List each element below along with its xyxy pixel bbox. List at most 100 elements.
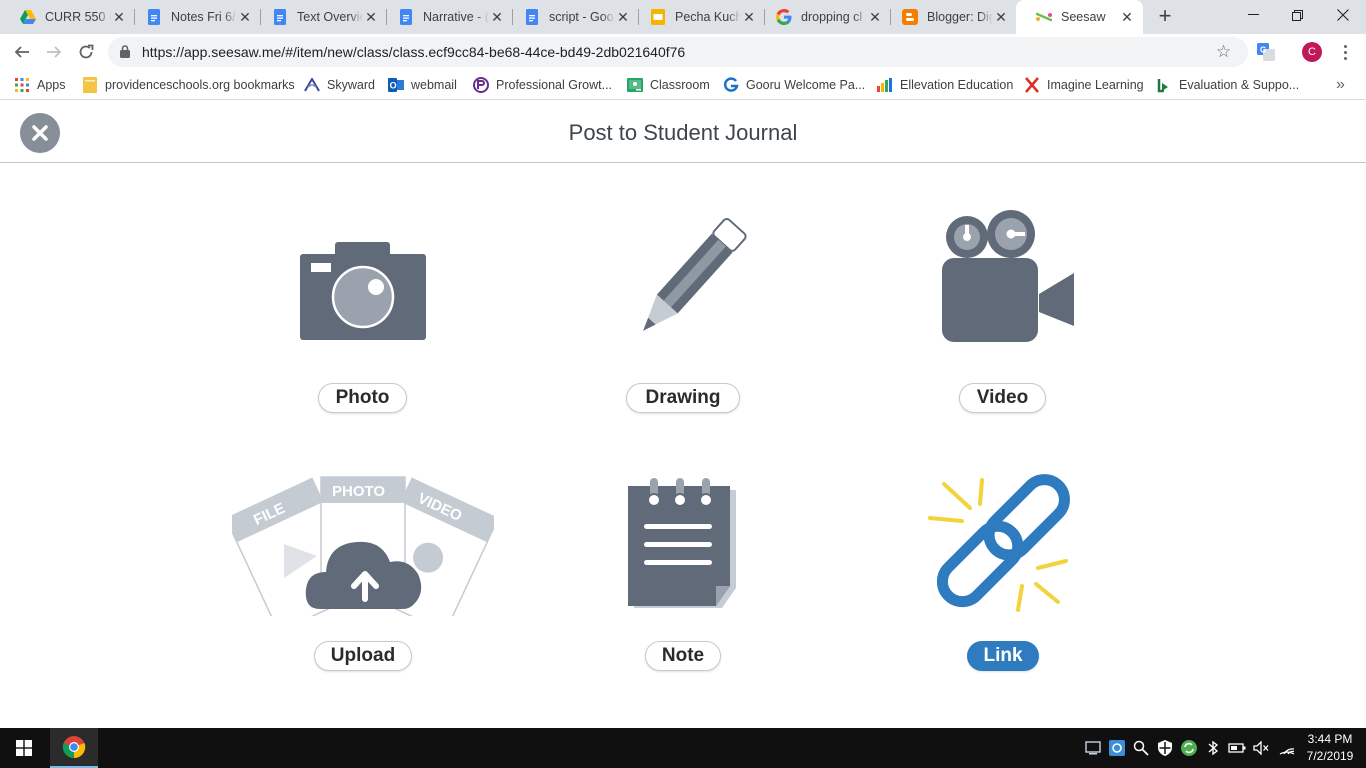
- bookmark-star-icon[interactable]: ☆: [1216, 42, 1231, 62]
- bookmark-imagine-learning[interactable]: Imagine Learning: [1024, 76, 1144, 94]
- bookmark-label: Ellevation Education: [900, 78, 1014, 92]
- address-bar[interactable]: https://app.seesaw.me/#/item/new/class/c…: [108, 37, 1248, 67]
- folder-icon: [82, 77, 98, 93]
- battery-icon[interactable]: [1228, 738, 1246, 758]
- photo-button[interactable]: Photo: [318, 383, 407, 413]
- camera-icon[interactable]: [300, 242, 426, 342]
- tab-title: Seesaw: [1061, 10, 1106, 24]
- browser-tab[interactable]: CURR 550 D ✕: [0, 0, 135, 34]
- browser-tab[interactable]: Pecha Kuch ✕: [630, 0, 765, 34]
- browser-tab[interactable]: Notes Fri 6/ ✕: [126, 0, 261, 34]
- google-docs-icon: [398, 9, 414, 25]
- tab-title: Blogger: Dig: [927, 10, 993, 24]
- drawing-button[interactable]: Drawing: [626, 383, 740, 413]
- tab-title: CURR 550 D: [45, 10, 111, 24]
- google-translate-icon[interactable]: G: [1257, 43, 1275, 61]
- volume-muted-icon[interactable]: [1252, 738, 1270, 758]
- google-docs-icon: [524, 9, 540, 25]
- bluetooth-icon[interactable]: [1204, 738, 1222, 758]
- bookmark-apps[interactable]: Apps: [14, 76, 66, 94]
- tab-title: Notes Fri 6/: [171, 10, 236, 24]
- bookmark-label: Skyward: [327, 78, 375, 92]
- upload-button[interactable]: Upload: [314, 641, 412, 671]
- close-tab-icon[interactable]: ✕: [489, 9, 505, 26]
- close-tab-icon[interactable]: ✕: [741, 9, 757, 26]
- google-docs-icon: [272, 9, 288, 25]
- bookmark-label: Imagine Learning: [1047, 78, 1144, 92]
- close-tab-icon[interactable]: ✕: [1119, 9, 1135, 26]
- svg-text:O: O: [390, 81, 397, 91]
- bookmark-ellevation[interactable]: Ellevation Education: [877, 76, 1013, 94]
- apps-grid-icon: [14, 77, 30, 93]
- google-docs-icon: [146, 9, 162, 25]
- bookmark-classroom[interactable]: Classroom: [627, 76, 710, 94]
- svg-text:PHOTO: PHOTO: [332, 483, 385, 500]
- wifi-icon[interactable]: [1278, 738, 1296, 758]
- skyward-icon: [304, 77, 320, 93]
- bookmarks-overflow-icon[interactable]: »: [1336, 76, 1345, 94]
- tray-app-icon[interactable]: [1084, 738, 1102, 758]
- bookmark-label: Classroom: [650, 78, 710, 92]
- back-button[interactable]: [10, 40, 34, 64]
- tray-search-icon[interactable]: [1132, 738, 1150, 758]
- bookmark-folder[interactable]: providenceschools.org bookmarks: [82, 76, 295, 94]
- close-tab-icon[interactable]: ✕: [111, 9, 127, 26]
- pencil-icon[interactable]: [628, 216, 748, 346]
- outlook-icon: O: [388, 77, 404, 93]
- seesaw-icon: [1036, 9, 1052, 25]
- browser-tab[interactable]: script - Goo ✕: [504, 0, 639, 34]
- lock-icon: [120, 45, 130, 63]
- close-tab-icon[interactable]: ✕: [993, 9, 1009, 26]
- video-camera-icon[interactable]: [942, 210, 1076, 344]
- new-tab-button[interactable]: +: [1153, 5, 1177, 29]
- bookmark-webmail[interactable]: O webmail: [388, 76, 457, 94]
- system-clock[interactable]: 3:44 PM 7/2/2019: [1300, 731, 1360, 765]
- url-text: https://app.seesaw.me/#/item/new/class/c…: [142, 44, 686, 60]
- reload-button[interactable]: [74, 40, 98, 64]
- chrome-taskbar-button[interactable]: [50, 728, 98, 768]
- link-button[interactable]: Link: [967, 641, 1039, 671]
- tray-security-icon[interactable]: [1156, 738, 1174, 758]
- chrome-menu-icon[interactable]: [1335, 42, 1355, 62]
- ellevation-icon: [877, 77, 893, 93]
- tray-network-tool-icon[interactable]: [1108, 738, 1126, 758]
- notepad-icon[interactable]: [626, 478, 738, 610]
- bookmark-professional-growth[interactable]: Professional Growt...: [473, 76, 612, 94]
- note-button[interactable]: Note: [645, 641, 721, 671]
- forward-button[interactable]: [42, 40, 66, 64]
- close-tab-icon[interactable]: ✕: [615, 9, 631, 26]
- clock-time: 3:44 PM: [1307, 732, 1353, 746]
- bookmark-evaluation[interactable]: Evaluation & Suppo...: [1156, 76, 1299, 94]
- close-window-button[interactable]: [1320, 0, 1366, 30]
- page-title: Post to Student Journal: [568, 120, 798, 145]
- tab-title: Narrative - (: [423, 10, 489, 24]
- browser-toolbar: https://app.seesaw.me/#/item/new/class/c…: [0, 34, 1366, 70]
- browser-tab[interactable]: dropping cl ✕: [756, 0, 891, 34]
- blogger-icon: [902, 9, 918, 25]
- bookmark-gooru[interactable]: Gooru Welcome Pa...: [723, 76, 865, 94]
- link-icon[interactable]: [926, 472, 1078, 616]
- start-button[interactable]: [0, 728, 48, 768]
- upload-cloud-icon[interactable]: FILE VIDEO PHOTO: [232, 474, 494, 616]
- bookmark-label: providenceschools.org bookmarks: [105, 78, 295, 92]
- browser-tab-active[interactable]: Seesaw ✕: [1016, 0, 1143, 34]
- restore-button[interactable]: [1274, 0, 1320, 30]
- close-tab-icon[interactable]: ✕: [867, 9, 883, 26]
- profile-avatar[interactable]: C: [1302, 42, 1322, 62]
- minimize-button[interactable]: [1230, 0, 1276, 30]
- tab-title: Pecha Kuch: [675, 10, 741, 24]
- browser-tab[interactable]: Text Overvie ✕: [252, 0, 387, 34]
- close-tab-icon[interactable]: ✕: [237, 9, 253, 26]
- bookmark-skyward[interactable]: Skyward: [304, 76, 375, 94]
- tab-title: Text Overvie: [297, 10, 363, 24]
- browser-tab[interactable]: Blogger: Dig ✕: [882, 0, 1017, 34]
- clock-date: 7/2/2019: [1306, 749, 1354, 763]
- video-button[interactable]: Video: [959, 383, 1046, 413]
- google-icon: [776, 9, 792, 25]
- professional-growth-icon: [473, 77, 489, 93]
- close-tab-icon[interactable]: ✕: [363, 9, 379, 26]
- gooru-icon: [723, 77, 739, 93]
- chrome-icon: [62, 736, 86, 759]
- browser-tab[interactable]: Narrative - ( ✕: [378, 0, 513, 34]
- tray-sync-icon[interactable]: [1180, 738, 1198, 758]
